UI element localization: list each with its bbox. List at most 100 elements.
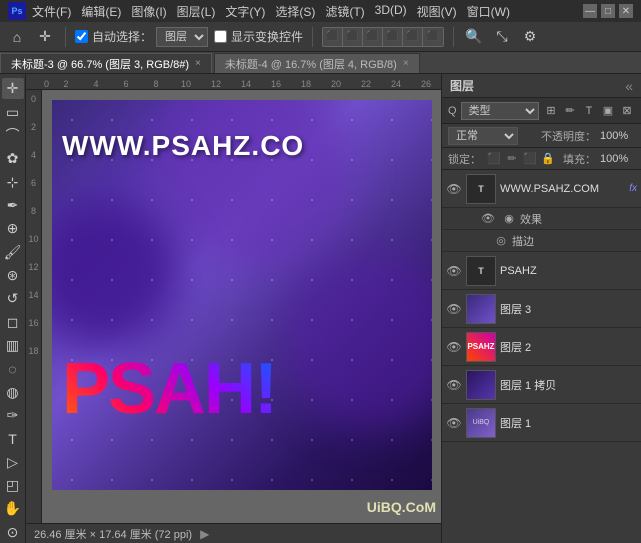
- menu-window[interactable]: 窗口(W): [467, 3, 510, 20]
- canvas-content[interactable]: WWW.PSAHZ.CO PSAH!: [42, 90, 441, 523]
- layer-name-www: WWW.PSAHZ.COM: [500, 183, 625, 195]
- filter-smartobj-icon[interactable]: ⊠: [619, 103, 635, 119]
- shape-tool[interactable]: ◰: [2, 475, 24, 496]
- menu-edit[interactable]: 编辑(E): [81, 3, 121, 20]
- tab-document-2-close[interactable]: ×: [403, 58, 409, 69]
- menu-image[interactable]: 图像(I): [131, 3, 166, 20]
- hand-tool[interactable]: ✋: [2, 498, 24, 519]
- layers-list: 👁 T WWW.PSAHZ.COM fx 👁 ◉ 效果 ◎ 描边: [442, 170, 641, 543]
- expand-icon[interactable]: ⤡: [491, 26, 513, 48]
- canvas-text-www: WWW.PSAHZ.CO: [62, 130, 304, 162]
- ruler-tick-2: 2: [51, 79, 81, 89]
- layer-item-www[interactable]: 👁 T WWW.PSAHZ.COM fx: [442, 170, 641, 208]
- ruler-tick-24: 24: [381, 79, 411, 89]
- filter-adjustment-icon[interactable]: ✏: [562, 103, 578, 119]
- layer-item-1[interactable]: 👁 UiBQ 图层 1: [442, 404, 641, 442]
- maximize-button[interactable]: □: [601, 4, 615, 18]
- type-tool[interactable]: T: [2, 428, 24, 449]
- zoom-icon[interactable]: 🔍: [463, 26, 485, 48]
- quick-select-tool[interactable]: ✿: [2, 148, 24, 169]
- move-tool[interactable]: ✛: [2, 78, 24, 99]
- tab-document-2-label: 未标题-4 @ 16.7% (图层 4, RGB/8): [225, 56, 397, 72]
- align-btn-3[interactable]: ⬛: [363, 28, 383, 46]
- lock-label: 锁定：: [448, 151, 481, 167]
- layer-visibility-3[interactable]: 👁: [446, 301, 462, 317]
- lock-fill-row: 锁定： ⬛ ✏ ⬛ 🔒 填充： 100%: [442, 148, 641, 170]
- effects-label: 效果: [520, 211, 542, 227]
- menu-filter[interactable]: 滤镜(T): [325, 3, 364, 20]
- brush-tool[interactable]: 🖌: [2, 241, 24, 262]
- menu-3d[interactable]: 3D(D): [375, 3, 407, 20]
- layer-item-2[interactable]: 👁 PSAHZ 图层 2: [442, 328, 641, 366]
- layer-visibility-psahz[interactable]: 👁: [446, 263, 462, 279]
- ruler-tick-4: 4: [81, 79, 111, 89]
- panel-collapse-button[interactable]: «: [625, 78, 633, 94]
- tab-document-1-label: 未标题-3 @ 66.7% (图层 3, RGB/8#): [11, 56, 189, 72]
- zoom-tool[interactable]: ⊙: [2, 522, 24, 543]
- lasso-tool[interactable]: ⌒: [2, 125, 24, 146]
- fill-value[interactable]: 100%: [600, 153, 635, 165]
- menu-layer[interactable]: 图层(L): [177, 3, 216, 20]
- ruler-tick-12: 12: [201, 79, 231, 89]
- crop-tool[interactable]: ⊹: [2, 171, 24, 192]
- layer-visibility-1[interactable]: 👁: [446, 415, 462, 431]
- eraser-tool[interactable]: ◻: [2, 311, 24, 332]
- eyedropper-tool[interactable]: ✒: [2, 195, 24, 216]
- menu-select[interactable]: 选择(S): [275, 3, 315, 20]
- home-icon[interactable]: ⌂: [6, 26, 28, 48]
- dodge-tool[interactable]: ◍: [2, 381, 24, 402]
- tab-document-1-close[interactable]: ×: [195, 58, 201, 69]
- layer-info-psahz: PSAHZ: [500, 265, 637, 277]
- align-btn-1[interactable]: ⬛: [323, 28, 343, 46]
- layer-item-psahz[interactable]: 👁 T PSAHZ: [442, 252, 641, 290]
- align-btn-6[interactable]: ⬛: [423, 28, 443, 46]
- ruler-tick-10: 10: [171, 79, 201, 89]
- opacity-value[interactable]: 100%: [600, 130, 635, 142]
- auto-select-checkbox[interactable]: [75, 30, 88, 43]
- layers-panel: 图层 « Q 类型 ⊞ ✏ T ▣ ⊠ 正常 不透明度： 100%: [441, 74, 641, 543]
- layer-visibility-1-copy[interactable]: 👁: [446, 377, 462, 393]
- menu-view[interactable]: 视图(V): [417, 3, 457, 20]
- filter-pixel-icon[interactable]: ⊞: [543, 103, 559, 119]
- ruler-left-tick-6: 6: [26, 178, 41, 188]
- show-transform-checkbox[interactable]: [214, 30, 227, 43]
- layer-visibility-2[interactable]: 👁: [446, 339, 462, 355]
- menu-file[interactable]: 文件(F): [32, 3, 71, 20]
- lock-all-icon[interactable]: 🔒: [541, 152, 555, 166]
- gradient-tool[interactable]: ▥: [2, 335, 24, 356]
- blend-mode-select[interactable]: 正常: [448, 127, 518, 145]
- history-tool[interactable]: ↺: [2, 288, 24, 309]
- lock-transparency-icon[interactable]: ⬛: [487, 152, 501, 166]
- pen-tool[interactable]: ✑: [2, 405, 24, 426]
- ps-logo: Ps: [8, 2, 26, 20]
- settings-icon[interactable]: ⚙: [519, 26, 541, 48]
- align-btn-5[interactable]: ⬛: [403, 28, 423, 46]
- align-btn-2[interactable]: ⬛: [343, 28, 363, 46]
- tab-document-2[interactable]: 未标题-4 @ 16.7% (图层 4, RGB/8) ×: [214, 53, 420, 73]
- layer-fx-www[interactable]: fx: [629, 183, 637, 194]
- menu-text[interactable]: 文字(Y): [225, 3, 265, 20]
- tab-document-1[interactable]: 未标题-3 @ 66.7% (图层 3, RGB/8#) ×: [0, 53, 212, 73]
- minimize-button[interactable]: —: [583, 4, 597, 18]
- close-button[interactable]: ✕: [619, 4, 633, 18]
- layer-eye-effects[interactable]: 👁: [480, 211, 496, 227]
- layer-name-3: 图层 3: [500, 301, 637, 317]
- lock-position-icon[interactable]: ⬛: [523, 152, 537, 166]
- path-tool[interactable]: ▷: [2, 452, 24, 473]
- clone-tool[interactable]: ⊛: [2, 265, 24, 286]
- layer-info-1-copy: 图层 1 拷贝: [500, 377, 637, 393]
- healing-tool[interactable]: ⊕: [2, 218, 24, 239]
- filter-shape-icon[interactable]: ▣: [600, 103, 616, 119]
- filter-type-icon[interactable]: T: [581, 103, 597, 119]
- blur-tool[interactable]: ◌: [2, 358, 24, 379]
- panel-search-row: Q 类型 ⊞ ✏ T ▣ ⊠: [442, 98, 641, 124]
- align-btn-4[interactable]: ⬛: [383, 28, 403, 46]
- move-tool-icon[interactable]: ✛: [34, 26, 56, 48]
- marquee-tool[interactable]: ▭: [2, 101, 24, 122]
- layer-visibility-www[interactable]: 👁: [446, 181, 462, 197]
- lock-image-icon[interactable]: ✏: [505, 152, 519, 166]
- layer-type-filter[interactable]: 类型: [461, 102, 539, 120]
- layer-item-3[interactable]: 👁 图层 3: [442, 290, 641, 328]
- layer-select[interactable]: 图层: [156, 27, 208, 47]
- layer-item-1-copy[interactable]: 👁 图层 1 拷贝: [442, 366, 641, 404]
